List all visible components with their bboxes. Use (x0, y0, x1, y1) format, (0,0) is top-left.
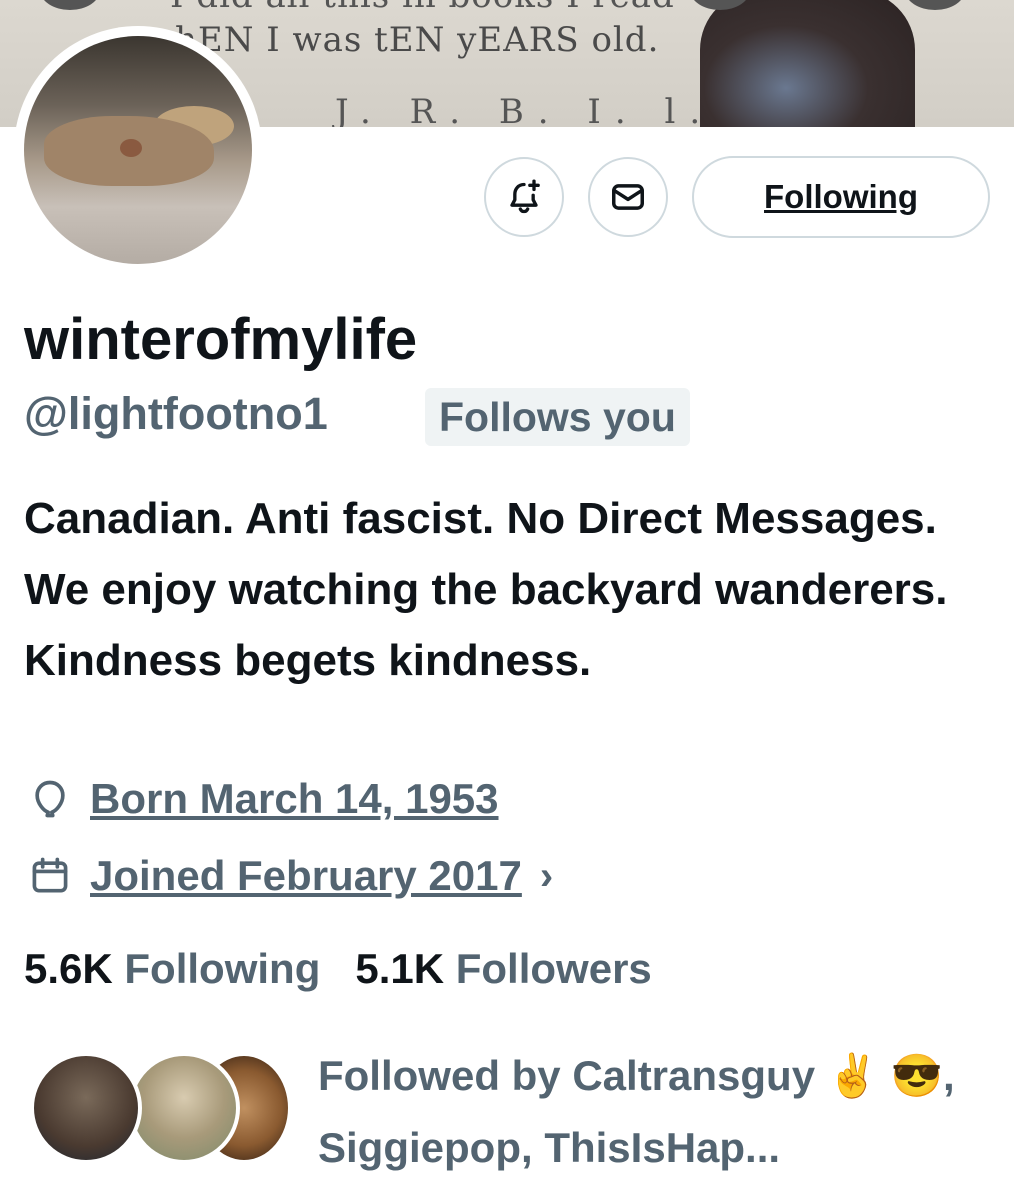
follow-stats: 5.6K Following 5.1K Followers (24, 945, 652, 993)
following-button[interactable]: Following (692, 156, 990, 238)
follows-you-badge: Follows you (425, 388, 690, 446)
avatar-image (24, 36, 252, 264)
birth-date-text[interactable]: Born March 14, 1953 (90, 775, 499, 823)
calendar-icon (32, 857, 68, 893)
following-stat[interactable]: 5.6K Following (24, 945, 320, 992)
banner-overlay-button[interactable] (905, 0, 965, 10)
profile-avatar[interactable] (14, 26, 262, 274)
banner-handwriting-main: hEN I was tEN yEARS old. (175, 20, 660, 60)
following-label: Following (124, 945, 321, 992)
profile-bio: Canadian. Anti fascist. No Direct Messag… (24, 494, 948, 685)
banner-handwriting-bottom: J. R. B. I. l. (335, 92, 715, 127)
followers-label: Followers (455, 945, 652, 992)
notifications-button[interactable] (484, 157, 564, 237)
joined-date-text[interactable]: Joined February 2017 (90, 852, 522, 900)
display-name: winterofmylife (24, 307, 418, 372)
chevron-right-icon: › (539, 853, 554, 898)
banner-overlay-button[interactable] (40, 0, 100, 10)
bell-plus-icon (510, 179, 540, 214)
followers-stat[interactable]: 5.1K Followers (355, 945, 651, 992)
banner-handwriting-top: I did all this in books I read (170, 0, 675, 16)
envelope-icon (612, 184, 644, 210)
birth-date-row: Born March 14, 1953 (28, 775, 499, 823)
joined-date-row[interactable]: Joined February 2017 › (28, 852, 553, 900)
following-count: 5.6K (24, 945, 113, 992)
user-handle: @lightfootno1 (24, 388, 328, 439)
followers-count: 5.1K (355, 945, 445, 992)
message-button[interactable] (588, 157, 668, 237)
banner-figure (700, 0, 915, 127)
mutual-follower-avatar[interactable] (128, 1052, 240, 1164)
followed-by-text[interactable]: Followed by Caltransguy ✌️ 😎, Siggiepop,… (318, 1040, 988, 1184)
balloon-icon (35, 780, 65, 818)
mutual-follower-avatar[interactable] (30, 1052, 142, 1164)
